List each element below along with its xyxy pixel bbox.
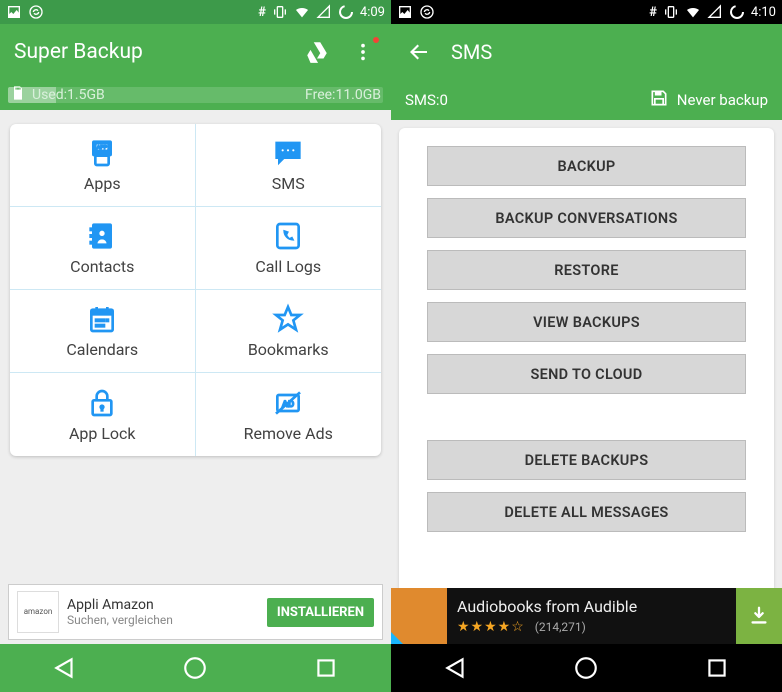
grid-item-call-logs[interactable]: Call Logs [196,207,382,290]
data-saver-icon [729,4,745,20]
grid-item-label: Remove Ads [244,424,333,443]
wifi-icon [685,4,701,20]
overflow-menu-icon[interactable] [349,38,377,66]
nav-bar [0,644,391,692]
sync-icon [28,4,44,20]
nav-home-icon[interactable] [182,655,208,681]
grid-item-contacts[interactable]: Contacts [10,207,196,290]
ad-download-button[interactable] [736,588,782,644]
backup-conversations-button[interactable]: BACKUP CONVERSATIONS [427,198,746,238]
nav-back-icon[interactable] [443,655,469,681]
screen-title: SMS [451,40,768,64]
never-backup-label[interactable]: Never backup [677,91,768,109]
contacts-icon [86,220,118,252]
grid-item-label: Apps [84,174,121,193]
grid-item-label: SMS [272,174,305,193]
screen-home: # 4:09 Super Backup Used:1.5GB Free:11.0… [0,0,391,692]
app-lock-icon [86,387,118,419]
grid-item-remove-ads[interactable]: AD Remove Ads [196,373,382,456]
restore-button[interactable]: RESTORE [427,250,746,290]
grid-item-label: App Lock [69,424,136,443]
delete-backups-button[interactable]: DELETE BACKUPS [427,440,746,480]
send-to-cloud-button[interactable]: SEND TO CLOUD [427,354,746,394]
save-icon [649,88,669,112]
wifi-icon [294,4,310,20]
ad-title: Appli Amazon [67,597,259,613]
back-arrow-icon[interactable] [405,38,433,66]
ad-image-icon [391,588,447,644]
apps-icon: APP [86,137,118,169]
toolbar: SMS [391,24,782,80]
status-bar: # 4:10 [391,0,782,24]
ad-brand-icon: amazon [17,591,59,633]
grid-item-sms[interactable]: SMS [196,124,382,207]
image-icon [397,4,413,20]
nav-bar [391,644,782,692]
hash-indicator: # [649,5,657,20]
ad-banner[interactable]: amazon Appli Amazon Suchen, vergleichen … [8,584,383,640]
grid-item-label: Call Logs [255,257,321,276]
sdcard-icon [10,85,26,105]
toolbar: Super Backup [0,24,391,80]
signal-icon [316,4,332,20]
grid-item-label: Contacts [70,257,134,276]
call-logs-icon [272,220,304,252]
ad-banner[interactable]: Audiobooks from Audible ★★★★☆ (214,271) [391,588,782,644]
delete-all-messages-button[interactable]: DELETE ALL MESSAGES [427,492,746,532]
screen-sms: # 4:10 SMS SMS:0 Never backup BACKUP BAC… [391,0,782,692]
app-title: Super Backup [14,40,285,64]
ad-install-button[interactable]: INSTALLIEREN [267,598,374,627]
vibrate-icon [272,4,288,20]
sms-sub-bar: SMS:0 Never backup [391,80,782,120]
grid-item-label: Calendars [66,340,138,359]
nav-recent-icon[interactable] [704,655,730,681]
remove-ads-icon: AD [272,387,304,419]
calendar-icon [86,303,118,335]
nav-back-icon[interactable] [52,655,78,681]
svg-text:APP: APP [97,145,108,151]
clock: 4:09 [360,5,385,20]
grid-item-label: Bookmarks [248,340,329,359]
category-grid: APP Apps SMS Contacts Call Logs [10,124,381,456]
nav-recent-icon[interactable] [313,655,339,681]
nav-home-icon[interactable] [573,655,599,681]
ad-rating-count: (214,271) [535,620,586,634]
view-backups-button[interactable]: VIEW BACKUPS [427,302,746,342]
sms-count-label: SMS:0 [405,91,448,109]
grid-item-calendars[interactable]: Calendars [10,290,196,373]
backup-button[interactable]: BACKUP [427,146,746,186]
signal-icon [707,4,723,20]
storage-used-label: Used:1.5GB [32,87,105,103]
google-drive-icon[interactable] [303,38,331,66]
ad-rating-stars: ★★★★☆ [457,619,525,635]
sms-icon [272,137,304,169]
storage-free-label: Free:11.0GB [305,87,381,103]
ad-title: Audiobooks from Audible [457,597,736,616]
grid-item-apps[interactable]: APP Apps [10,124,196,207]
home-body: APP Apps SMS Contacts Call Logs [0,110,391,456]
bookmark-icon [272,303,304,335]
hash-indicator: # [258,5,266,20]
vibrate-icon [663,4,679,20]
grid-item-bookmarks[interactable]: Bookmarks [196,290,382,373]
storage-bar: Used:1.5GB Free:11.0GB [0,80,391,110]
notification-dot-icon [373,37,379,43]
clock: 4:10 [751,5,776,20]
grid-item-app-lock[interactable]: App Lock [10,373,196,456]
status-bar: # 4:09 [0,0,391,24]
sync-icon [419,4,435,20]
data-saver-icon [338,4,354,20]
image-icon [6,4,22,20]
sms-actions: BACKUP BACKUP CONVERSATIONS RESTORE VIEW… [399,128,774,588]
ad-subtitle: Suchen, vergleichen [67,613,259,627]
